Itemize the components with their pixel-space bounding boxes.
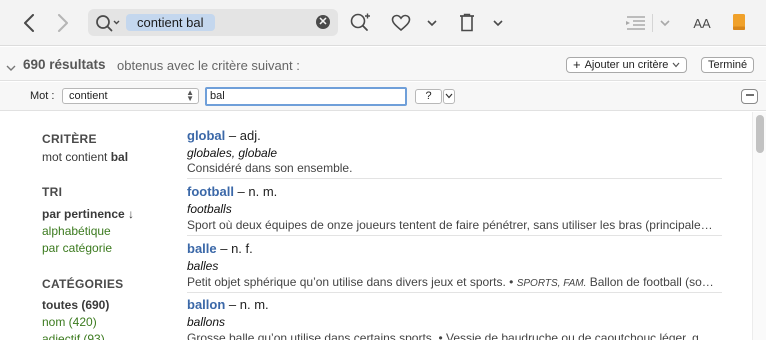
toolbar: contient bal ✕ AA xyxy=(0,0,766,46)
definition-text: Considéré dans son ensemble. xyxy=(187,161,353,175)
entry-header: global – adj. xyxy=(187,128,261,143)
entry-definition: Considéré dans son ensemble. xyxy=(187,161,720,175)
entry-header: ballon – n. m. xyxy=(187,297,269,312)
entry-headword[interactable]: balle xyxy=(187,241,217,256)
results-count: 690 résultats xyxy=(23,57,106,72)
add-criterion-label: Ajouter un critère xyxy=(584,59,669,71)
scroll-thumb[interactable] xyxy=(756,115,764,153)
domain-tag: SPORTS, FAM. xyxy=(516,278,587,289)
list-item[interactable]: ballon – n. m. ballons Grosse balle qu’o… xyxy=(187,297,722,340)
categories-heading: CATÉGORIES xyxy=(42,277,124,291)
entry-pos: – adj. xyxy=(225,128,261,143)
book-icon[interactable] xyxy=(731,12,747,32)
category-all[interactable]: toutes (690) xyxy=(42,298,109,312)
results-header: 690 résultats obtenus avec le critère su… xyxy=(0,47,766,81)
scrollbar[interactable] xyxy=(752,112,766,340)
entry-pos: – n. f. xyxy=(216,241,253,256)
criterion-summary: mot contient bal xyxy=(42,150,128,164)
results-list: global – adj. globales, globale Considér… xyxy=(187,112,724,340)
font-size-label: AA xyxy=(693,15,711,31)
chevron-down-icon xyxy=(445,93,453,99)
search-field[interactable]: contient bal ✕ xyxy=(88,9,338,36)
sort-heading: TRI xyxy=(42,185,63,199)
list-item[interactable]: balle – n. f. balles Petit objet sphériq… xyxy=(187,241,722,293)
entry-definition: Grosse balle qu’on utilise dans certains… xyxy=(187,331,720,340)
criterion-heading: CRITÈRE xyxy=(42,132,97,146)
criterion-row: Mot : contient ▲ ▼ bal ? xyxy=(0,82,766,111)
chevron-down-icon[interactable] xyxy=(490,11,506,35)
minus-icon xyxy=(745,94,754,96)
heart-icon[interactable] xyxy=(390,11,412,35)
entry-forms: globales, globale xyxy=(187,146,278,160)
font-size-icon[interactable]: AA xyxy=(690,11,714,35)
criterion-prefix: mot contient xyxy=(42,150,111,164)
list-item[interactable]: football – n. m. footballs Sport où deux… xyxy=(187,184,722,236)
definition-text: Petit objet sphérique qu’on utilise dans… xyxy=(187,275,517,289)
sort-alphabetical[interactable]: alphabétique xyxy=(42,224,111,238)
operator-value: contient xyxy=(69,90,108,102)
search-icon[interactable] xyxy=(95,13,123,33)
entry-pos: – n. m. xyxy=(225,297,269,312)
entry-headword[interactable]: global xyxy=(187,128,225,143)
mot-label: Mot : xyxy=(30,90,55,102)
definition-text: Grosse balle qu’on utilise dans certains… xyxy=(187,331,711,340)
chevron-down-icon[interactable] xyxy=(424,11,440,35)
sort-category[interactable]: par catégorie xyxy=(42,241,112,255)
entry-forms: footballs xyxy=(187,202,232,216)
chevron-down-icon[interactable] xyxy=(6,60,16,71)
category-noun[interactable]: nom (420) xyxy=(42,315,97,329)
entry-definition: Petit objet sphérique qu’on utilise dans… xyxy=(187,275,720,289)
chevron-down-icon xyxy=(672,58,680,72)
list-item[interactable]: global – adj. globales, globale Considér… xyxy=(187,128,722,179)
sort-pertinence[interactable]: par pertinence ↓ xyxy=(42,207,134,221)
clear-icon[interactable]: ✕ xyxy=(316,15,330,29)
search-token[interactable]: contient bal xyxy=(126,14,215,31)
text-align-icon[interactable] xyxy=(624,11,648,35)
done-button[interactable]: Terminé xyxy=(701,57,755,73)
forward-icon[interactable] xyxy=(52,10,74,36)
term-input[interactable]: bal xyxy=(205,87,407,106)
definition-text: Sport où deux équipes de onze joueurs te… xyxy=(187,218,713,232)
plus-icon: + xyxy=(573,57,581,72)
definition-text-more: Ballon de football (so… xyxy=(586,275,714,289)
entry-forms: balles xyxy=(187,259,219,273)
chevron-down-icon[interactable] xyxy=(658,11,672,35)
filter-sidebar: CRITÈRE mot contient bal TRI par pertine… xyxy=(0,112,180,340)
category-adjective[interactable]: adjectif (93) xyxy=(42,332,105,340)
help-button[interactable]: ? xyxy=(415,89,442,104)
entry-pos: – n. m. xyxy=(233,184,278,199)
toolbar-separator xyxy=(652,14,653,32)
entry-header: balle – n. f. xyxy=(187,241,253,256)
entry-definition: Sport où deux équipes de onze joueurs te… xyxy=(187,218,720,232)
entry-header: football – n. m. xyxy=(187,184,277,199)
criterion-term: bal xyxy=(110,150,129,164)
trash-icon[interactable] xyxy=(456,11,478,35)
back-icon[interactable] xyxy=(18,10,40,36)
help-dropdown[interactable] xyxy=(443,89,455,104)
zoom-in-icon[interactable] xyxy=(349,11,371,35)
results-description: obtenus avec le critère suivant : xyxy=(117,58,300,73)
entry-forms: ballons xyxy=(187,315,226,329)
entry-headword[interactable]: football xyxy=(187,184,234,199)
updown-chevron-icon: ▲ ▼ xyxy=(186,88,194,103)
add-criterion-button[interactable]: + Ajouter un critère xyxy=(566,57,688,73)
operator-select[interactable]: contient ▲ ▼ xyxy=(62,88,199,104)
remove-criterion-button[interactable] xyxy=(741,89,758,104)
entry-headword[interactable]: ballon xyxy=(187,297,225,312)
